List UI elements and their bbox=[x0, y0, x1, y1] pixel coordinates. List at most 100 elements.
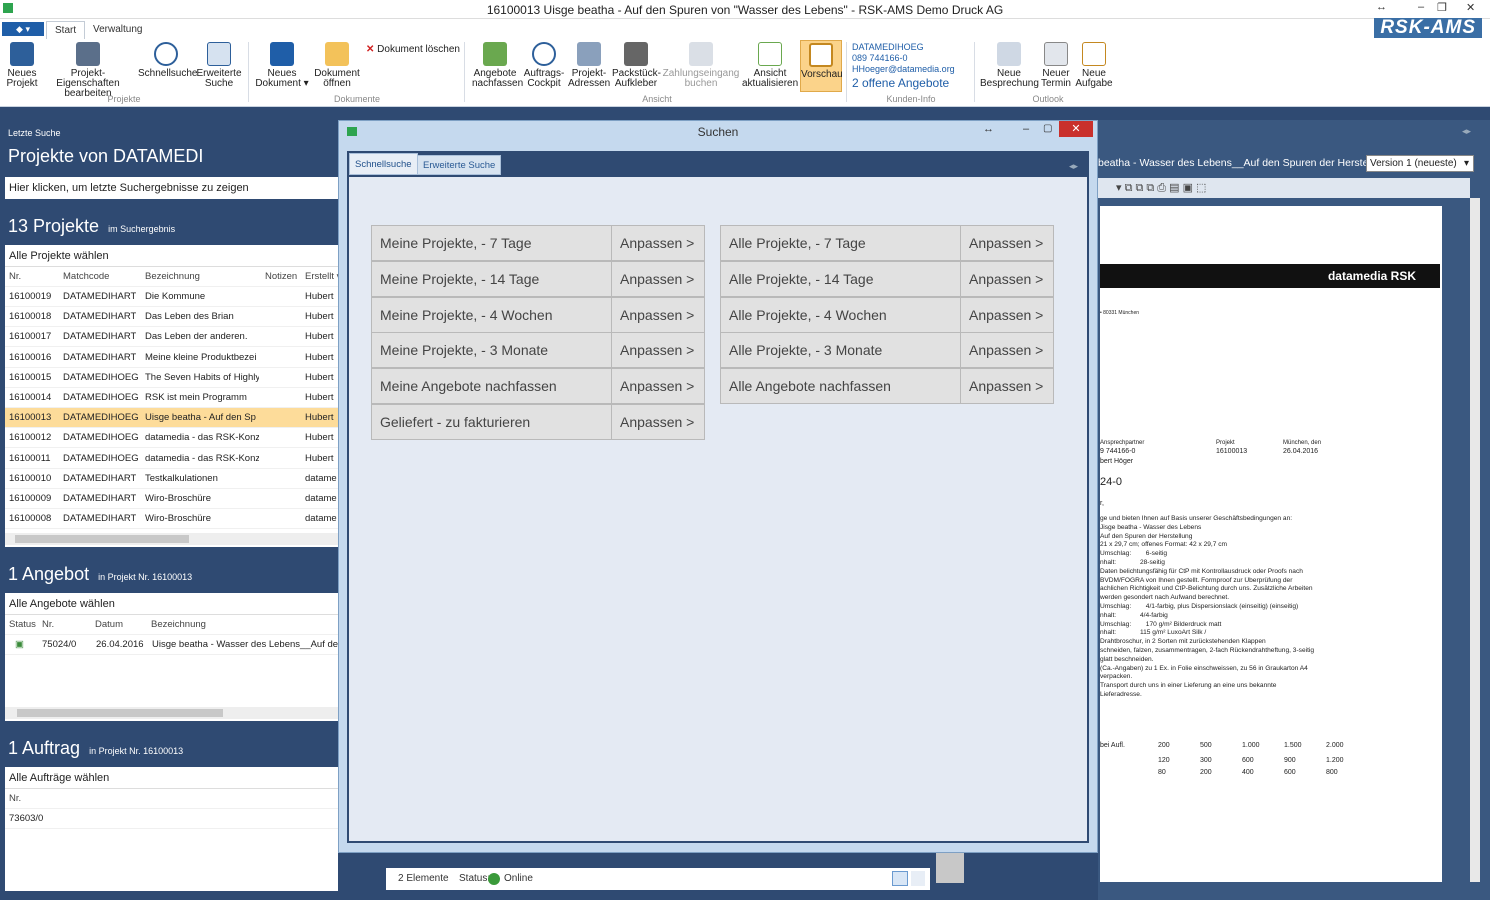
new-document-button[interactable]: Neues Dokument ▾ bbox=[254, 42, 310, 89]
horizontal-scrollbar[interactable] bbox=[5, 533, 338, 545]
new-meeting-button[interactable]: Neue Besprechung bbox=[980, 42, 1039, 89]
quick-search-item[interactable]: Geliefert - zu fakturieren bbox=[371, 404, 612, 440]
table-row[interactable]: 16100015 DATAMEDIHOEG The Seven Habits of … bbox=[5, 368, 338, 388]
select-all-orders[interactable]: Alle Aufträge wählen bbox=[5, 767, 338, 789]
adjust-button[interactable]: Anpassen > bbox=[611, 404, 705, 440]
tab-start[interactable]: Start bbox=[46, 21, 86, 39]
minimize-button[interactable]: – bbox=[1023, 123, 1029, 135]
group-label-projekte: Projekte bbox=[107, 94, 141, 104]
open-document-button[interactable]: Dokument öffnen bbox=[312, 42, 362, 89]
minimize-button[interactable]: – bbox=[1418, 1, 1424, 13]
list-view-icon[interactable] bbox=[892, 871, 908, 886]
adjust-button[interactable]: Anpassen > bbox=[960, 368, 1054, 405]
new-project-icon bbox=[10, 42, 34, 66]
column-header[interactable]: Status bbox=[9, 615, 36, 635]
package-label-button[interactable]: Packstück-Aufkleber bbox=[612, 42, 661, 89]
quick-search-item[interactable]: Meine Projekte, - 14 Tage bbox=[371, 260, 612, 297]
tab-erweiterte-suche[interactable]: Erweiterte Suche bbox=[417, 155, 502, 175]
table-row[interactable]: 16100009 DATAMEDIHART Wiro-Broschüre datame bbox=[5, 489, 338, 509]
column-header[interactable]: Matchcode bbox=[63, 267, 109, 287]
column-header[interactable]: Erstellt v bbox=[305, 267, 341, 287]
column-header[interactable]: Nr. bbox=[9, 267, 21, 287]
select-all-projects[interactable]: Alle Projekte wählen bbox=[5, 245, 338, 267]
project-properties-button[interactable]: Projekt-Eigenschaften bearbeiten bbox=[42, 42, 134, 99]
quick-search-button[interactable]: Schnellsuche bbox=[138, 42, 197, 79]
quick-search-item[interactable]: Alle Projekte, - 4 Wochen bbox=[720, 296, 961, 333]
table-row[interactable]: 16100013 DATAMEDIHOEG Uisge beatha - Auf d… bbox=[5, 408, 338, 429]
table-row[interactable]: 16100008 DATAMEDIHART Wiro-Broschüre datame bbox=[5, 509, 338, 530]
quick-search-item[interactable]: Alle Angebote nachfassen bbox=[720, 368, 961, 405]
select-all-offers[interactable]: Alle Angebote wählen bbox=[5, 593, 338, 615]
refresh-view-button[interactable]: Ansicht aktualisieren bbox=[742, 42, 798, 89]
adjust-button[interactable]: Anpassen > bbox=[611, 225, 705, 261]
tab-schnellsuche[interactable]: Schnellsuche bbox=[349, 153, 418, 175]
pane-nav-icon[interactable]: ◂▸ bbox=[1069, 161, 1078, 172]
table-row[interactable]: 16100019 DATAMEDIHART Die Kommune Hubert bbox=[5, 287, 338, 307]
table-row[interactable]: 16100016 DATAMEDIHART Meine kleine Produkt… bbox=[5, 348, 338, 368]
restore-icon[interactable]: ↔ bbox=[983, 123, 994, 135]
offers-followup-button[interactable]: Angebote nachfassen bbox=[472, 42, 523, 89]
column-header[interactable]: Datum bbox=[95, 615, 123, 635]
quick-search-item[interactable]: Meine Projekte, - 4 Wochen bbox=[371, 296, 612, 333]
adjust-button[interactable]: Anpassen > bbox=[611, 368, 705, 405]
customer-phone[interactable]: 089 744166-0 bbox=[852, 53, 955, 64]
column-header[interactable]: Nr. bbox=[9, 789, 21, 809]
table-row[interactable]: 16100014 DATAMEDIHOEG RSK ist mein Program… bbox=[5, 388, 338, 408]
adjust-button[interactable]: Anpassen > bbox=[960, 260, 1054, 297]
order-cockpit-button[interactable]: Auftrags-Cockpit bbox=[522, 42, 566, 89]
new-task-button[interactable]: Neue Aufgabe bbox=[1074, 42, 1114, 89]
table-row[interactable]: 16100018 DATAMEDIHART Das Leben des Brian H… bbox=[5, 307, 338, 328]
quick-search-item[interactable]: Meine Angebote nachfassen bbox=[371, 368, 612, 405]
project-addresses-button[interactable]: Projekt-Adressen bbox=[568, 42, 610, 89]
column-header[interactable]: Bezeichnung bbox=[151, 615, 206, 635]
customer-name[interactable]: DATAMEDIHOEG bbox=[852, 42, 955, 53]
quick-access-menu[interactable]: ◆ ▾ bbox=[2, 22, 44, 36]
new-project-button[interactable]: Neues Projekt bbox=[4, 42, 40, 89]
maximize-button[interactable]: ▢ bbox=[1043, 123, 1052, 134]
table-row[interactable]: 16100011 DATAMEDIHOEG datamedia - das RSK-… bbox=[5, 449, 338, 469]
offer-number: 75024/0 bbox=[42, 639, 77, 650]
adjust-button[interactable]: Anpassen > bbox=[960, 296, 1054, 333]
column-header[interactable]: Notizen bbox=[265, 267, 297, 287]
quick-search-item[interactable]: Meine Projekte, - 7 Tage bbox=[371, 225, 612, 261]
version-select[interactable]: Version 1 (neueste) ▾ bbox=[1366, 155, 1474, 172]
table-row[interactable]: ▣ 75024/0 26.04.2016 Uisge beatha - Wass… bbox=[5, 635, 338, 655]
adjust-button[interactable]: Anpassen > bbox=[960, 225, 1054, 261]
left-panel: Letzte Suche Projekte von DATAMEDI Hier … bbox=[0, 108, 372, 900]
vertical-scrollbar[interactable] bbox=[1470, 198, 1480, 882]
open-offers-link[interactable]: 2 offene Angebote bbox=[852, 75, 955, 91]
quick-search-item[interactable]: Alle Projekte, - 7 Tage bbox=[720, 225, 961, 261]
table-row[interactable]: 16100012 DATAMEDIHOEG datamedia - das RSK-… bbox=[5, 428, 338, 449]
quick-search-item[interactable]: Meine Projekte, - 3 Monate bbox=[371, 332, 612, 369]
last-search-link[interactable]: Hier klicken, um letzte Suchergebnisse z… bbox=[5, 177, 338, 199]
restore-icon[interactable]: ↔ bbox=[1376, 1, 1387, 13]
column-header[interactable]: Bezeichnung bbox=[145, 267, 200, 287]
column-header[interactable]: Nr. bbox=[42, 615, 54, 635]
tab-verwaltung[interactable]: Verwaltung bbox=[85, 21, 150, 39]
toolbar-icons[interactable]: ▾ ⧉ ⧉ ⧉ ⎙ ▤ ▣ ⬚ bbox=[1116, 181, 1206, 195]
scrollbar-thumb[interactable] bbox=[17, 709, 223, 717]
pane-nav-icon[interactable]: ◂▸ bbox=[1462, 126, 1471, 137]
adjust-button[interactable]: Anpassen > bbox=[960, 332, 1054, 369]
document-line: Daten belichtungsfähig für CtP mit Kontr… bbox=[1100, 567, 1303, 575]
delete-document-button[interactable]: ✕ Dokument löschen bbox=[366, 44, 460, 55]
horizontal-scrollbar[interactable] bbox=[5, 707, 338, 719]
adjust-button[interactable]: Anpassen > bbox=[611, 332, 705, 369]
scrollbar-thumb[interactable] bbox=[15, 535, 189, 543]
maximize-button[interactable]: ❐ bbox=[1437, 1, 1447, 14]
customer-email[interactable]: HHoeger@datamedia.org bbox=[852, 64, 955, 75]
quick-search-item[interactable]: Alle Projekte, - 3 Monate bbox=[720, 332, 961, 369]
detail-view-icon[interactable] bbox=[911, 871, 925, 886]
table-row[interactable]: 16100010 DATAMEDIHART Testkalkulationen dat… bbox=[5, 469, 338, 489]
preview-button[interactable]: Vorschau bbox=[800, 40, 843, 92]
payment-booking-button[interactable]: Zahlungseingang buchen bbox=[662, 42, 740, 89]
adjust-button[interactable]: Anpassen > bbox=[611, 260, 705, 297]
adjust-button[interactable]: Anpassen > bbox=[611, 296, 705, 333]
dialog-close-button[interactable]: ✕ bbox=[1059, 121, 1093, 137]
table-row[interactable]: 16100017 DATAMEDIHART Das Leben der andere… bbox=[5, 327, 338, 348]
close-button[interactable]: ✕ bbox=[1466, 1, 1475, 14]
advanced-search-button[interactable]: Erweiterte Suche bbox=[196, 42, 242, 89]
new-appointment-button[interactable]: Neuer Termin bbox=[1040, 42, 1072, 89]
quick-search-item[interactable]: Alle Projekte, - 14 Tage bbox=[720, 260, 961, 297]
table-row[interactable]: 73603/0 bbox=[5, 809, 338, 829]
